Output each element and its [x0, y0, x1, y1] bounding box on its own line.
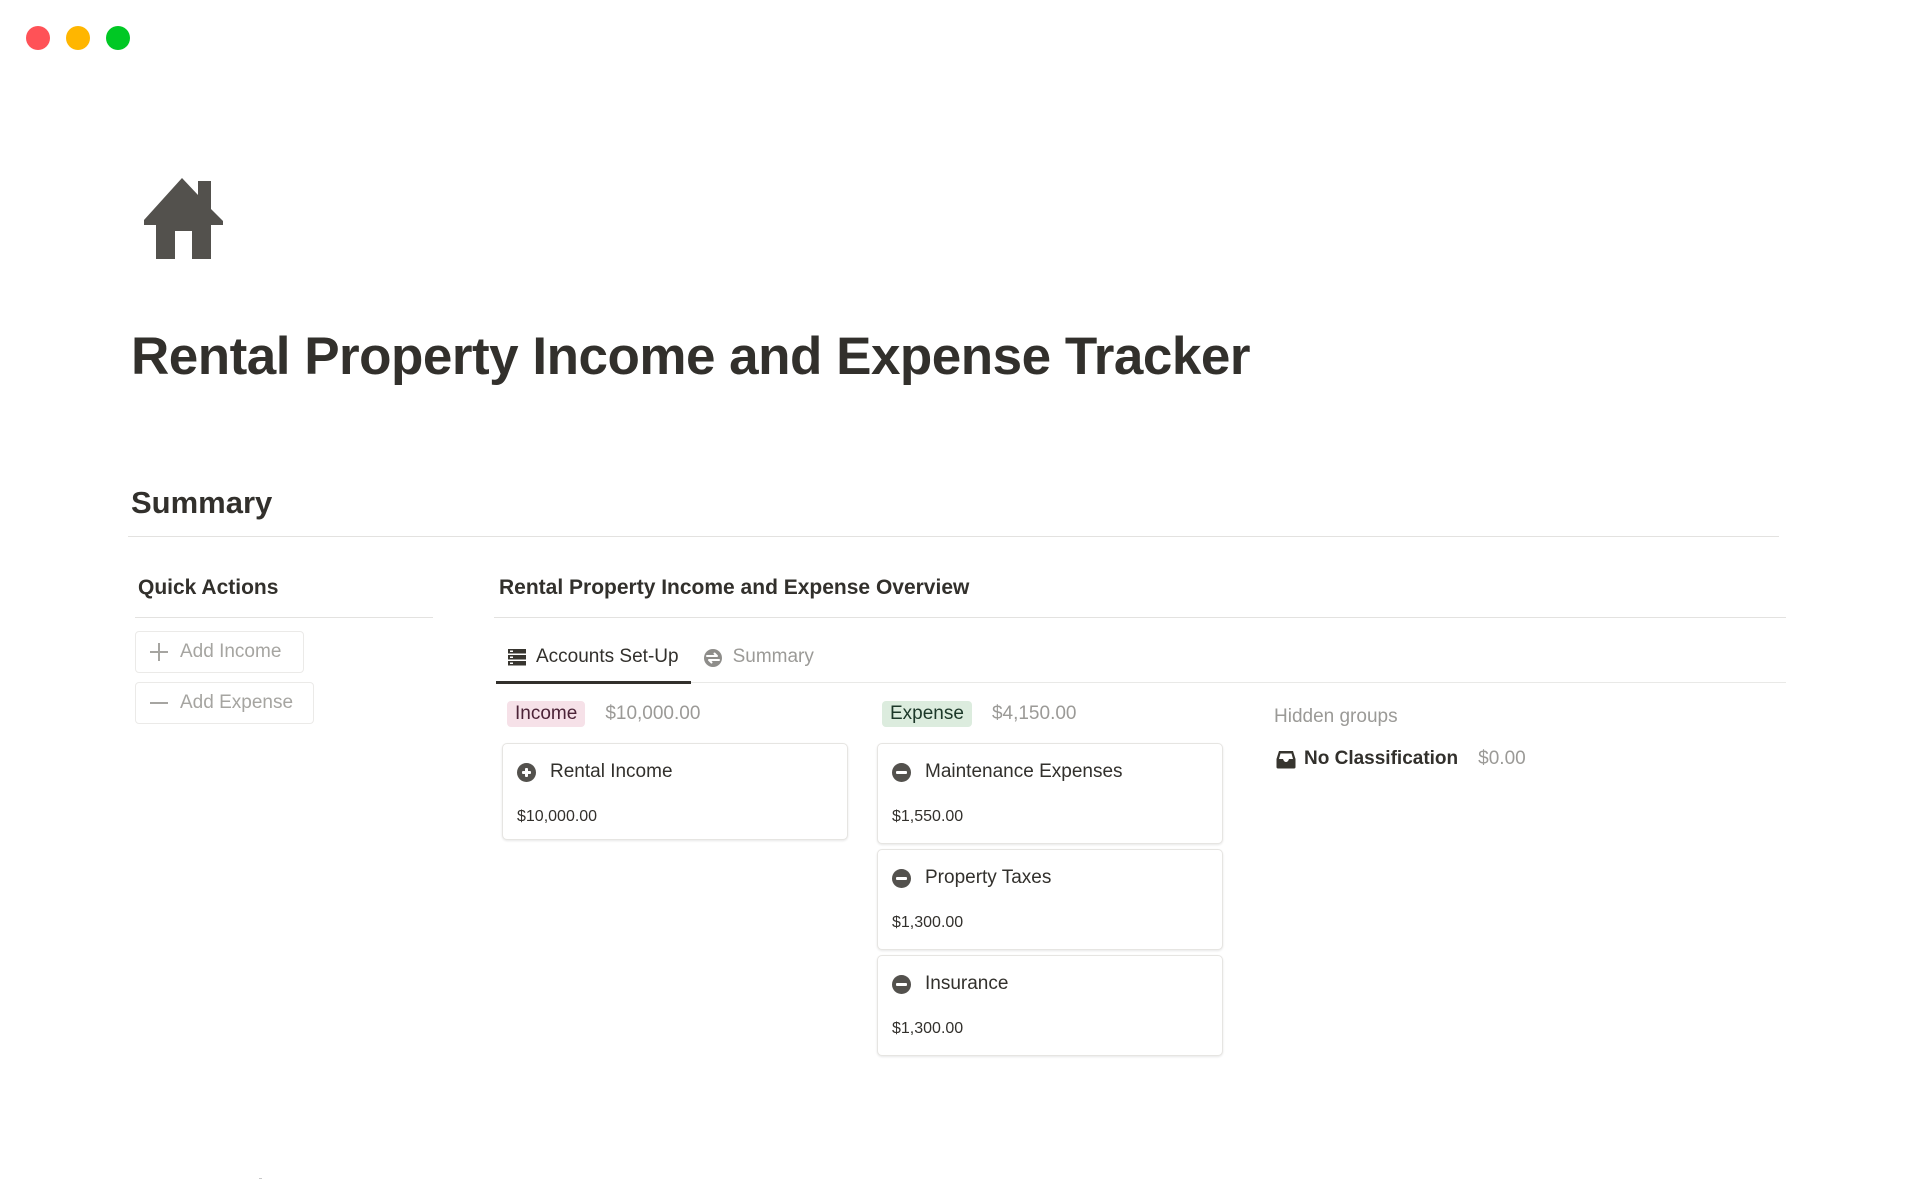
sync-icon: [703, 649, 722, 667]
card-property-taxes[interactable]: Property Taxes $1,300.00: [877, 849, 1223, 950]
add-income-label: Add Income: [180, 641, 282, 662]
card-title: Property Taxes: [925, 867, 1052, 888]
minus-circle-icon: [892, 868, 911, 888]
house-icon[interactable]: [144, 178, 224, 260]
overview-divider: [494, 617, 1786, 618]
minus-icon: [150, 694, 168, 712]
income-tag: Income: [507, 701, 586, 727]
plus-icon: [150, 643, 168, 661]
expense-group-header: Expense $4,150.00: [882, 701, 1076, 727]
table-icon: [508, 649, 526, 666]
card-amount: $10,000.00: [517, 808, 598, 825]
inbox-icon: [1276, 750, 1296, 768]
card-amount: $1,300.00: [892, 1020, 964, 1037]
maximize-window-button[interactable]: [106, 26, 130, 50]
plus-circle-icon: [517, 762, 536, 782]
minimize-window-button[interactable]: [66, 26, 90, 50]
expense-total: $4,150.00: [991, 703, 1077, 724]
card-insurance[interactable]: Insurance $1,300.00: [877, 955, 1223, 1056]
card-amount: $1,550.00: [892, 808, 964, 825]
quick-actions-heading: Quick Actions: [138, 576, 279, 599]
add-expense-label: Add Expense: [180, 692, 294, 713]
income-group-header: Income $10,000.00: [507, 701, 700, 727]
view-tabs: Accounts Set-Up Summary: [496, 640, 826, 684]
minus-circle-icon: [892, 974, 911, 994]
card-title: Rental Income: [550, 761, 673, 782]
tab-summary-label: Summary: [732, 646, 814, 667]
card-title: Insurance: [925, 973, 1009, 994]
window-controls: [26, 26, 130, 50]
card-maintenance-expenses[interactable]: Maintenance Expenses $1,550.00: [877, 743, 1223, 844]
tab-summary[interactable]: Summary: [691, 640, 826, 684]
card-amount: $1,300.00: [892, 914, 964, 931]
minus-circle-icon: [892, 762, 911, 782]
card-title: Maintenance Expenses: [925, 761, 1123, 782]
summary-heading: Summary: [131, 485, 273, 520]
close-window-button[interactable]: [26, 26, 50, 50]
section-divider: [128, 536, 1779, 537]
expense-tag: Expense: [882, 701, 972, 727]
add-expense-button[interactable]: Add Expense: [135, 682, 314, 724]
overview-heading: Rental Property Income and Expense Overv…: [499, 576, 970, 599]
page-title: Rental Property Income and Expense Track…: [131, 327, 1250, 386]
hidden-group-no-classification[interactable]: No Classification $0.00: [1276, 748, 1526, 770]
decorative-mark: [259, 1178, 262, 1179]
income-total: $10,000.00: [605, 703, 701, 724]
tab-accounts-set-up-label: Accounts Set-Up: [536, 646, 679, 667]
quick-actions-divider: [135, 617, 433, 618]
hidden-group-name: No Classification: [1304, 748, 1459, 769]
tab-accounts-set-up[interactable]: Accounts Set-Up: [496, 640, 691, 684]
hidden-groups-label: Hidden groups: [1274, 706, 1398, 727]
add-income-button[interactable]: Add Income: [135, 631, 304, 673]
hidden-group-total: $0.00: [1478, 748, 1526, 769]
card-rental-income[interactable]: Rental Income $10,000.00: [502, 743, 848, 840]
